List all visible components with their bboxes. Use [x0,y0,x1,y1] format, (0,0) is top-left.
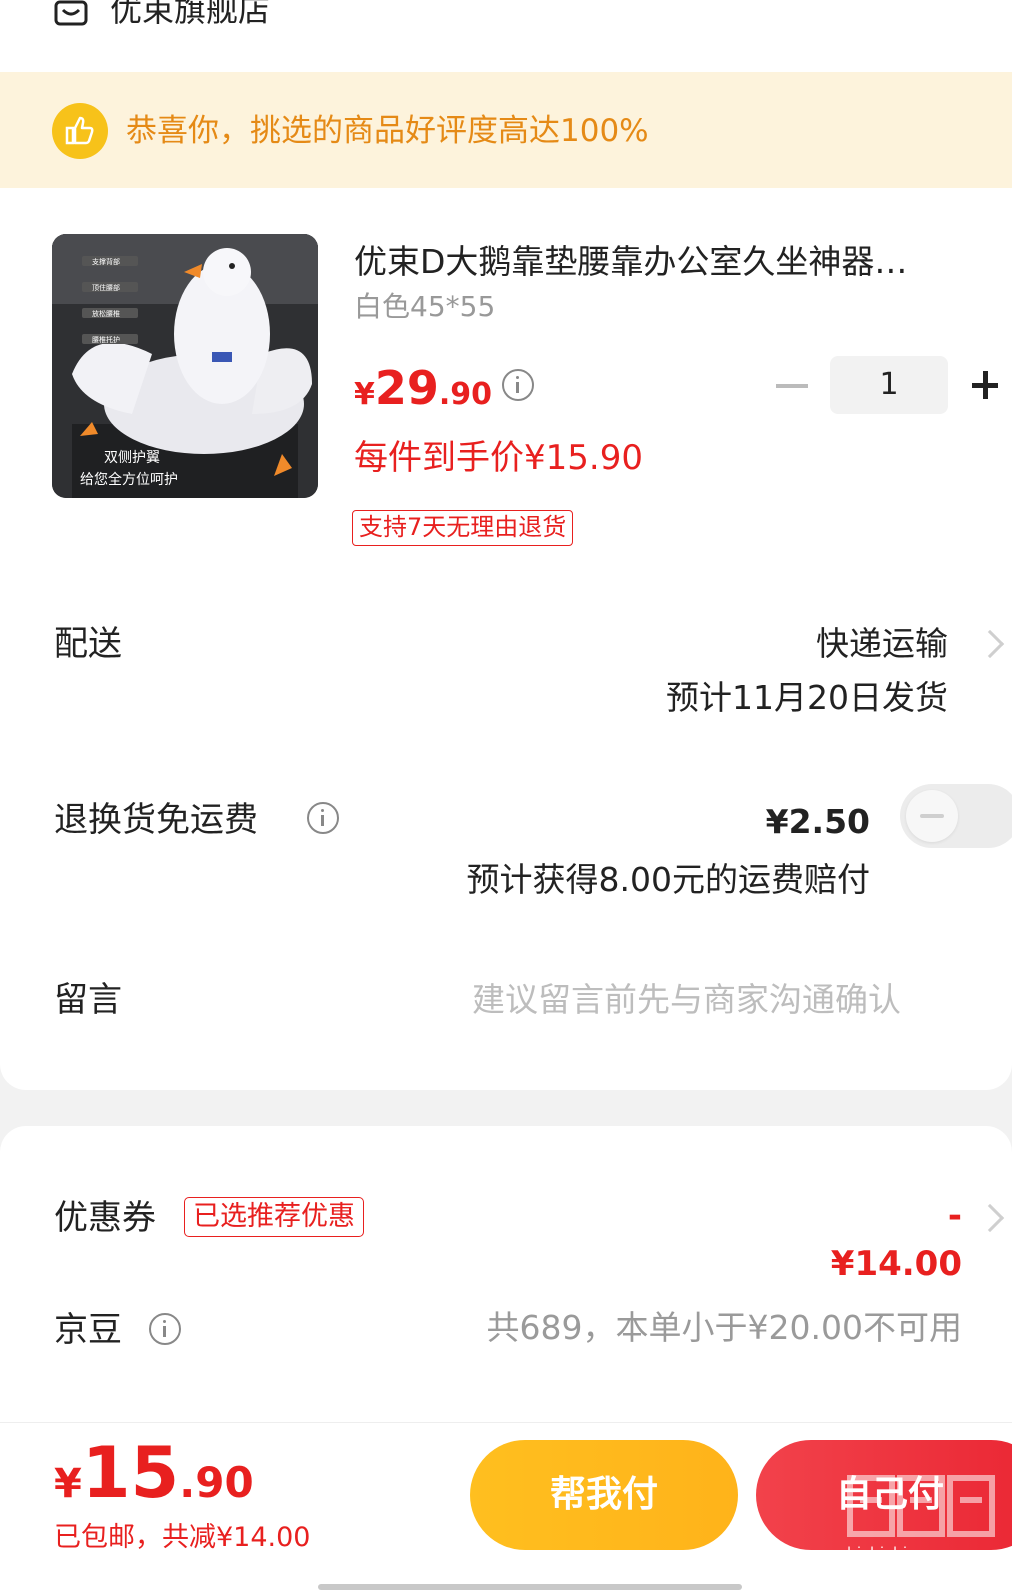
beans-status: 共689，本单小于¥20.00不可用 [486,1308,962,1347]
home-indicator[interactable] [318,1584,742,1590]
toggle-knob [906,790,958,842]
coupon-badge: 已选推荐优惠 [184,1197,364,1237]
price-currency: ¥ [354,377,375,412]
store-icon [54,0,88,26]
return-shipping-toggle[interactable] [900,784,1012,848]
delivery-eta[interactable]: 预计11月20日发货 [560,674,948,722]
quantity-input[interactable]: 1 [830,356,948,414]
total-decimal: .90 [179,1458,254,1507]
delivery-label: 配送 [54,624,122,664]
quantity-plus-button[interactable] [970,368,998,404]
product-spec[interactable]: 白色45*55 [354,288,495,326]
coupon-amount[interactable]: -¥14.00 [820,1192,962,1288]
checkout-page: 优束旗舰店 恭喜你，挑选的商品好评度高达100% 支撑背部 顶住腰部 放松腰椎 … [0,0,1012,1596]
return-shipping-price: ¥2.50 [765,802,870,841]
help-pay-button[interactable]: 帮我付 [470,1440,738,1550]
note-input[interactable]: 建议留言前先与商家沟通确认 [472,976,901,1024]
beans-label: 京豆 [54,1310,122,1350]
total-savings: 已包邮，共减¥14.00 [54,1522,311,1553]
product-title[interactable]: 优束D大鹅靠垫腰靠办公室久坐神器… [354,238,994,286]
total-currency: ¥ [54,1461,82,1507]
store-name[interactable]: 优束旗舰店 [110,0,270,32]
product-price: ¥29.90 [354,362,492,425]
return-shipping-label: 退换货免运费 [54,800,258,840]
watermark-logo [844,1470,1000,1542]
price-integer: 29 [374,361,439,415]
product-image[interactable]: 支撑背部 顶住腰部 放松腰椎 腰椎托护 双侧护翼 给您全方位呵护 [52,234,318,498]
banner-text: 恭喜你，挑选的商品好评度高达100% [126,113,649,149]
return-policy-badge: 支持7天无理由退货 [352,510,574,546]
watermark-site: zhizhizhi.com [838,1544,947,1564]
image-label: 放松腰椎 [92,309,120,318]
image-label: 支撑背部 [92,257,120,266]
discount-card [0,1126,1012,1456]
price-decimal: .90 [438,377,493,412]
delivery-method[interactable]: 快递运输 [600,620,948,668]
beans-info-icon[interactable] [149,1313,181,1345]
total-integer: 15 [81,1432,180,1514]
note-label: 留言 [54,980,122,1020]
coupon-label: 优惠券 [54,1198,156,1238]
image-label: 顶住腰部 [92,283,120,292]
quantity-minus-button[interactable] [776,384,808,388]
image-caption: 双侧护翼 [104,450,160,466]
return-shipping-note: 预计获得8.00元的运费赔付 [466,860,870,899]
return-shipping-info-icon[interactable] [307,802,339,834]
store-header: 优束旗舰店 [0,0,1012,72]
image-label: 腰椎托护 [92,335,120,344]
unit-final-price: 每件到手价¥15.90 [354,438,643,478]
price-info-icon[interactable] [502,369,534,401]
thumbs-up-icon [52,103,108,159]
image-caption: 给您全方位呵护 [80,471,178,488]
